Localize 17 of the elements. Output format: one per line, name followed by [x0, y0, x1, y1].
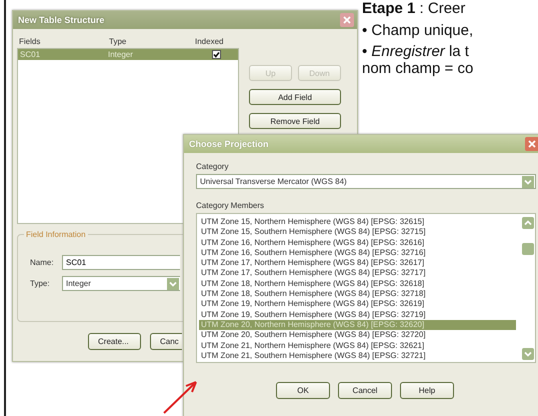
window-title: New Table Structure	[18, 15, 104, 25]
column-header: Indexed	[195, 37, 224, 46]
slide-heading: Etape 1 : Creer	[362, 0, 466, 17]
name-label: Name:	[30, 258, 55, 267]
group-title: Field Information	[24, 230, 88, 239]
dropdown-value: Integer	[66, 279, 92, 288]
bullet-text: • Enregistrer la t nom champ = co	[362, 44, 474, 77]
table-cell-text: Integer	[108, 50, 134, 59]
column-header: Type	[109, 37, 128, 46]
type-label: Type:	[30, 279, 51, 288]
category-label: Category	[196, 162, 230, 171]
column-header: Fields	[19, 37, 42, 46]
window-title: Choose Projection	[189, 139, 269, 149]
table-cell-text: SC01	[20, 50, 42, 59]
dropdown-value: Universal Transverse Mercator (WGS 84)	[200, 177, 347, 186]
bullet-text: • Champ unique,	[362, 22, 474, 39]
category-members-label: Category Members	[196, 201, 266, 210]
